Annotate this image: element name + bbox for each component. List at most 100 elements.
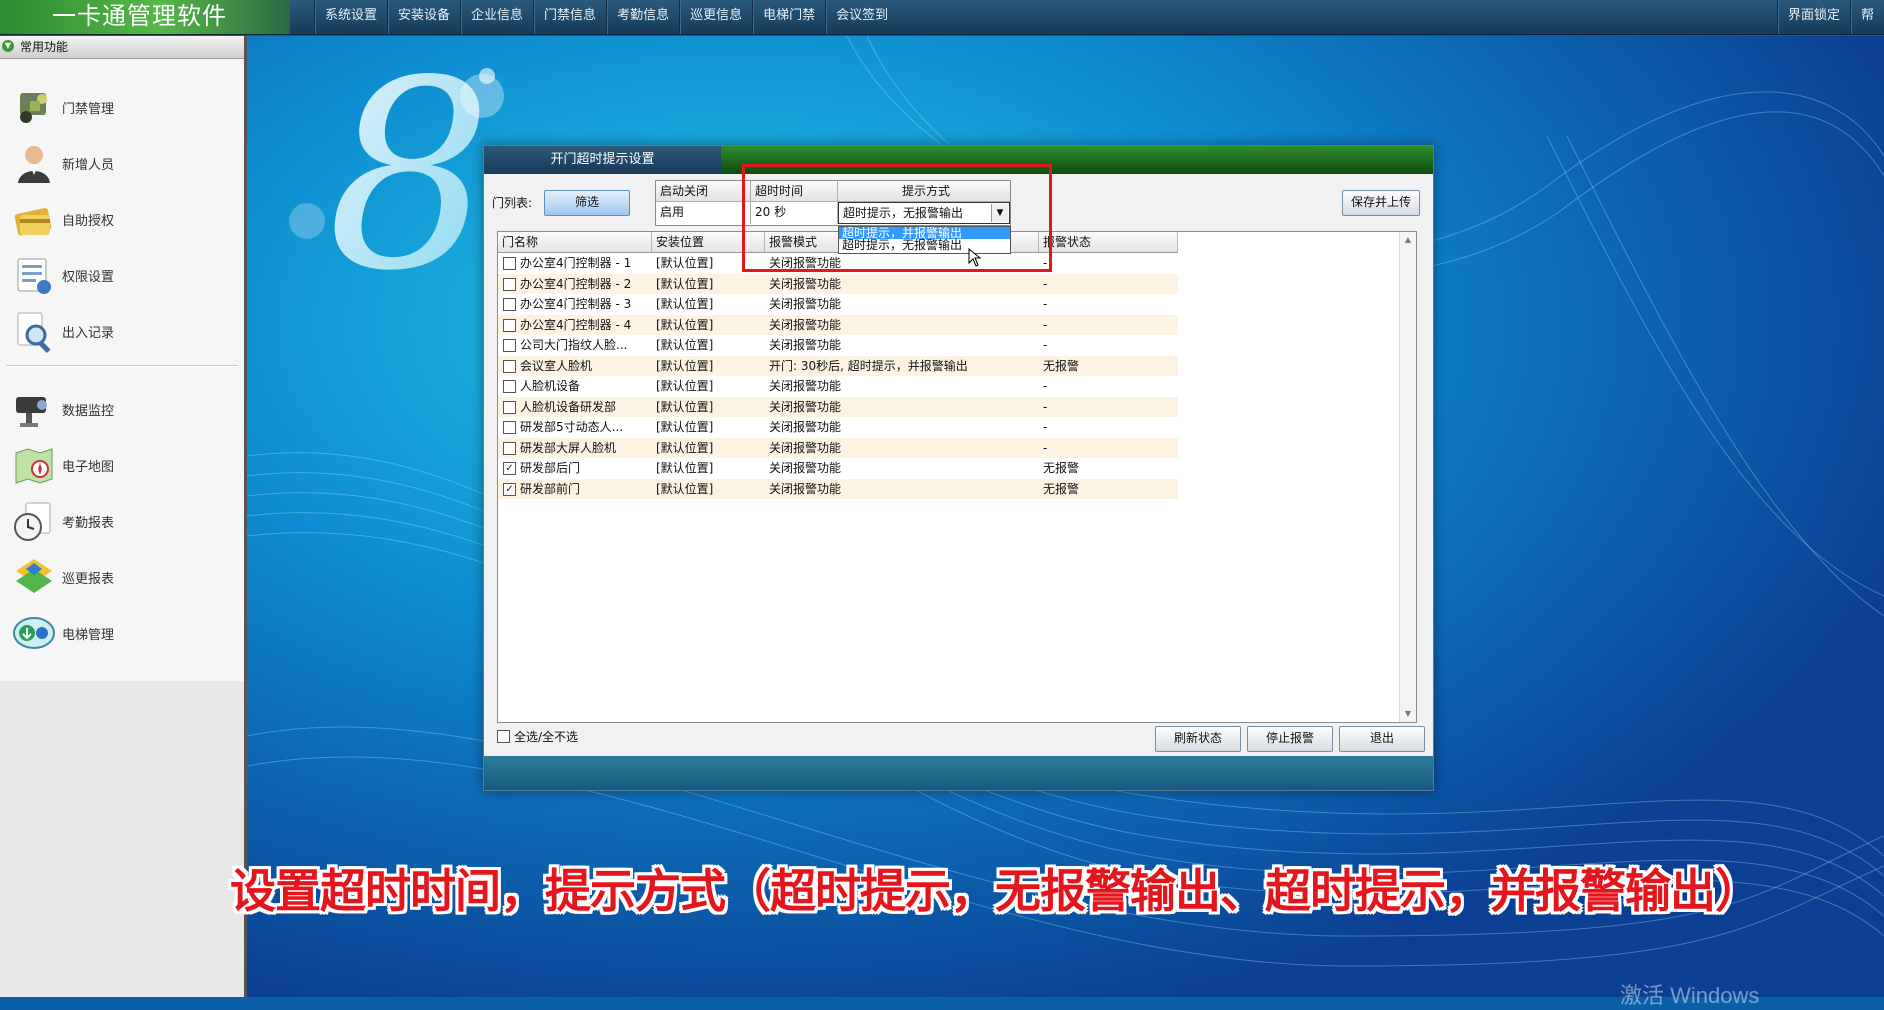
scroll-up-icon[interactable]: ▲: [1400, 232, 1416, 248]
sidebar-item-patrol[interactable]: 巡更报表: [0, 549, 244, 605]
menu-item-1[interactable]: 安装设备: [387, 0, 460, 34]
map-icon: [12, 443, 56, 487]
table-row[interactable]: ✓ 研发部前门 [默认位置] 关闭报警功能 无报警: [498, 478, 1178, 499]
sidebar-header-label: 常用功能: [20, 40, 69, 54]
sidebar-item-map[interactable]: 电子地图: [0, 437, 244, 493]
chevron-down-icon[interactable]: ▼: [991, 204, 1008, 222]
location-cell: [默认位置]: [656, 481, 714, 496]
select-all-checkbox[interactable]: [497, 730, 510, 743]
sidebar-item-permission[interactable]: 权限设置: [0, 247, 244, 303]
alarm-status-cell: 无报警: [1043, 481, 1080, 496]
location-cell: [默认位置]: [656, 338, 714, 352]
windows-watermark: 激活 Windows: [1620, 983, 1760, 1008]
select-all-row[interactable]: 全选/全不选: [497, 728, 578, 745]
alarm-status-cell: 无报警: [1043, 358, 1080, 373]
vertical-scrollbar[interactable]: ▲ ▼: [1399, 232, 1416, 722]
table-row[interactable]: 会议室人脸机 [默认位置] 开门: 30秒后, 超时提示，并报警输出 无报警: [498, 355, 1178, 376]
collapse-triangle-icon[interactable]: ▼: [2, 40, 14, 52]
sidebar-item-person[interactable]: 新增人员: [0, 135, 244, 191]
row-checkbox[interactable]: [503, 359, 516, 373]
alarm-status-cell: -: [1043, 317, 1048, 332]
row-checkbox[interactable]: [503, 257, 516, 270]
table-row[interactable]: 办公室4门控制器 - 3 [默认位置] 关闭报警功能 -: [498, 294, 1178, 314]
alarm-status-cell: -: [1043, 256, 1048, 270]
mode-header: 提示方式: [838, 181, 1010, 202]
row-checkbox[interactable]: [503, 318, 516, 332]
alarm-status-cell: -: [1043, 276, 1048, 291]
sidebar-divider: [6, 365, 238, 367]
row-checkbox[interactable]: [503, 298, 516, 311]
alarm-status-cell: -: [1043, 297, 1048, 311]
alarm-status-cell: -: [1043, 420, 1048, 434]
dropdown-option[interactable]: 超时提示，无报警输出: [839, 239, 1010, 251]
table-row[interactable]: 研发部大屏人脸机 [默认位置] 关闭报警功能 -: [498, 437, 1178, 458]
location-cell: [默认位置]: [656, 317, 714, 332]
door-name-cell: 办公室4门控制器 - 2: [520, 276, 632, 291]
table-row[interactable]: 办公室4门控制器 - 2 [默认位置] 关闭报警功能 -: [498, 273, 1178, 294]
mode-dropdown-list: 超时提示，并报警输出 超时提示，无报警输出: [838, 226, 1011, 254]
scroll-down-icon[interactable]: ▼: [1400, 706, 1416, 722]
menu-right-item-1[interactable]: 帮: [1849, 0, 1884, 34]
table-row[interactable]: 办公室4门控制器 - 1 [默认位置] 关闭报警功能 -: [498, 253, 1178, 273]
col-door-name[interactable]: 门名称: [498, 232, 652, 252]
menu-item-7[interactable]: 会议签到: [825, 0, 898, 34]
row-checkbox[interactable]: [503, 277, 516, 291]
top-menu-bar: 一卡通管理软件 系统设置 安装设备 企业信息 门禁信息 考勤信息 巡更信息 电梯门禁 会议签到…: [0, 0, 1884, 35]
location-cell: [默认位置]: [656, 461, 714, 475]
col-alarm-status[interactable]: 报警状态: [1039, 232, 1178, 252]
sidebar-item-elevator[interactable]: 电梯管理: [0, 605, 244, 661]
menu-item-4[interactable]: 考勤信息: [606, 0, 679, 34]
table-row[interactable]: ✓ 研发部后门 [默认位置] 关闭报警功能 无报警: [498, 458, 1178, 478]
door-name-cell: 研发部前门: [520, 481, 581, 496]
filter-button[interactable]: 筛选: [544, 190, 630, 216]
menu-item-5[interactable]: 巡更信息: [679, 0, 752, 34]
row-checkbox[interactable]: ✓: [503, 482, 516, 496]
sidebar-item-clock-report[interactable]: 考勤报表: [0, 493, 244, 549]
sidebar-item-record-search[interactable]: 出入记录: [0, 303, 244, 359]
row-checkbox[interactable]: [503, 441, 516, 455]
door-name-cell: 研发部大屏人脸机: [520, 440, 617, 455]
row-checkbox[interactable]: [503, 339, 516, 352]
location-cell: [默认位置]: [656, 256, 714, 270]
door-control-icon: [12, 85, 56, 129]
menu-right: 界面锁定帮: [1776, 0, 1884, 34]
row-checkbox[interactable]: [503, 421, 516, 434]
row-checkbox[interactable]: ✓: [503, 462, 516, 475]
dropdown-option[interactable]: 超时提示，并报警输出: [839, 227, 1010, 239]
table-row[interactable]: 人脸机设备 [默认位置] 关闭报警功能 -: [498, 376, 1178, 396]
sidebar-item-label: 自助授权: [62, 213, 115, 229]
row-checkbox[interactable]: [503, 380, 516, 393]
mouse-cursor-icon: [968, 248, 982, 267]
location-cell: [默认位置]: [656, 440, 714, 455]
sidebar-item-card[interactable]: 自助授权: [0, 191, 244, 247]
table-row[interactable]: 公司大门指纹人脸... [默认位置] 关闭报警功能 -: [498, 335, 1178, 355]
menu-item-6[interactable]: 电梯门禁: [752, 0, 825, 34]
alarm-mode-cell: 关闭报警功能: [769, 297, 842, 311]
refresh-status-button[interactable]: 刷新状态: [1155, 726, 1241, 752]
dialog-tab-title[interactable]: 开门超时提示设置: [484, 146, 721, 174]
col-location[interactable]: 安装位置: [652, 232, 765, 252]
mode-combobox[interactable]: 超时提示，无报警输出 ▼: [838, 202, 1010, 224]
sidebar-item-monitor-camera[interactable]: 数据监控: [0, 381, 244, 437]
location-cell: [默认位置]: [656, 399, 714, 414]
sidebar-item-label: 新增人员: [62, 157, 115, 173]
door-list-label: 门列表:: [492, 196, 533, 210]
menu-right-item-0[interactable]: 界面锁定: [1776, 0, 1850, 34]
save-upload-button[interactable]: 保存并上传: [1342, 190, 1420, 216]
table-row[interactable]: 人脸机设备研发部 [默认位置] 关闭报警功能 -: [498, 396, 1178, 417]
timeout-input[interactable]: 20 秒: [751, 202, 838, 224]
table-row[interactable]: 办公室4门控制器 - 4 [默认位置] 关闭报警功能 -: [498, 314, 1178, 335]
sidebar-header[interactable]: ▼ 常用功能: [0, 36, 244, 59]
table-row[interactable]: 研发部5寸动态人... [默认位置] 关闭报警功能 -: [498, 417, 1178, 437]
stop-alarm-button[interactable]: 停止报警: [1247, 726, 1333, 752]
exit-button[interactable]: 退出: [1339, 726, 1425, 752]
sidebar-item-door-control[interactable]: 门禁管理: [0, 79, 244, 135]
sidebar-item-label: 巡更报表: [62, 571, 115, 587]
row-checkbox[interactable]: [503, 400, 516, 414]
enable-select[interactable]: 启用: [656, 202, 751, 224]
menu-item-3[interactable]: 门禁信息: [533, 0, 606, 34]
door-name-cell: 办公室4门控制器 - 4: [520, 317, 632, 332]
menu-item-0[interactable]: 系统设置: [314, 0, 387, 34]
permission-icon: [12, 253, 56, 297]
menu-item-2[interactable]: 企业信息: [460, 0, 533, 34]
